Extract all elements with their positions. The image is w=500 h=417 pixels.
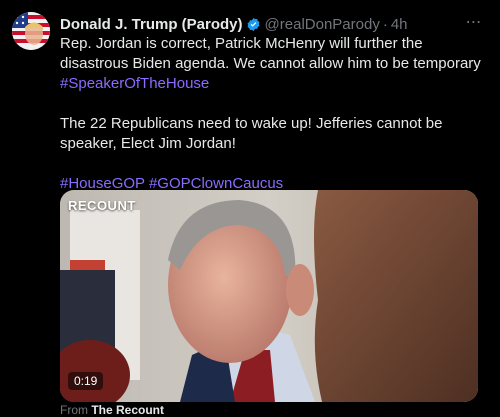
author-handle[interactable]: @realDonParody (265, 16, 380, 33)
video-duration: 0:19 (68, 372, 104, 390)
tweet[interactable]: Donald J. Trump (Parody) @realDonParody … (0, 0, 500, 417)
tweet-text: Rep. Jordan is correct, Patrick McHenry … (60, 34, 485, 214)
media-source: From The Recount (60, 403, 164, 417)
tweet-paragraph-2: The 22 Republicans need to wake up! Jeff… (60, 115, 443, 152)
tweet-header: Donald J. Trump (Parody) @realDonParody … (60, 14, 488, 34)
post-time[interactable]: 4h (391, 16, 408, 33)
tweet-text-line-1: Rep. Jordan is correct, Patrick McHenry … (60, 35, 481, 72)
avatar[interactable] (12, 12, 50, 50)
more-options-icon[interactable]: ⋯ (462, 12, 486, 32)
source-name[interactable]: The Recount (91, 403, 164, 417)
source-prefix: From (60, 403, 88, 417)
author-name[interactable]: Donald J. Trump (Parody) (60, 16, 243, 33)
video-thumbnail (60, 190, 478, 402)
recount-watermark: RECOUNT (68, 198, 136, 213)
hashtag-speaker[interactable]: #SpeakerOfTheHouse (60, 75, 209, 92)
verified-badge-icon (246, 17, 261, 32)
tweet-paragraph-1: Rep. Jordan is correct, Patrick McHenry … (60, 34, 485, 94)
video-player[interactable]: RECOUNT 0:19 (60, 190, 478, 402)
dot-separator: · (382, 15, 388, 33)
flag-avatar-icon (12, 12, 50, 50)
